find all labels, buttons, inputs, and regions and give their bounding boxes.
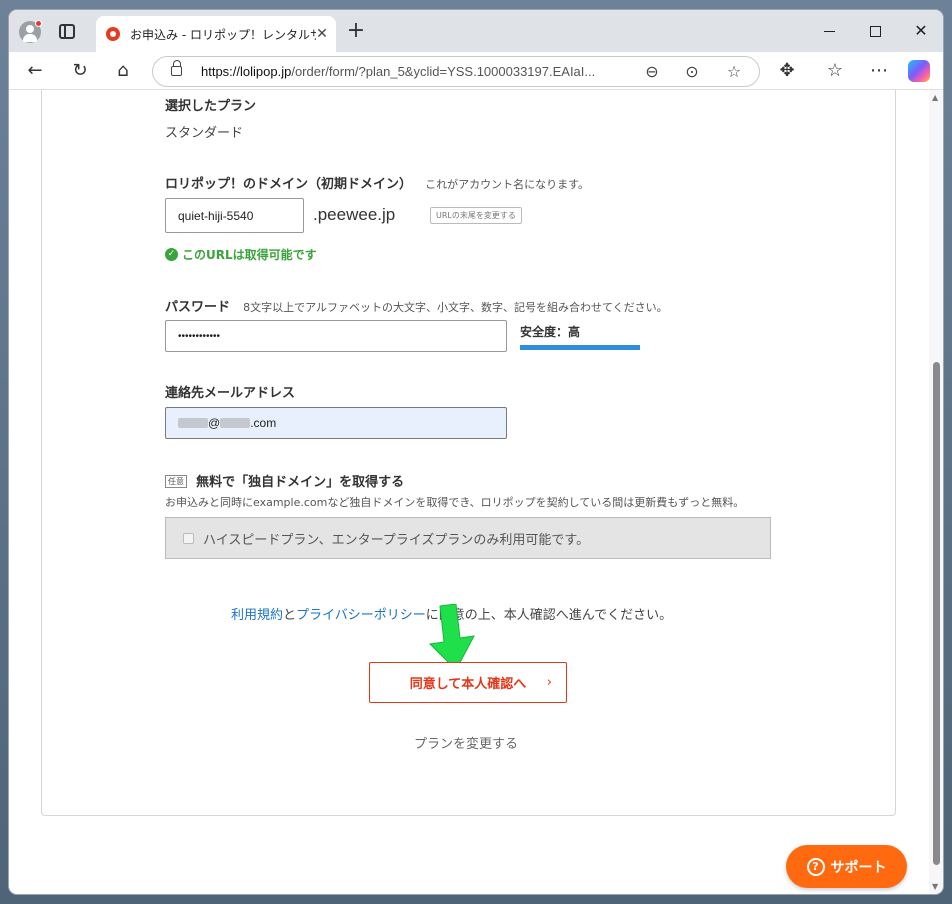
password-heading: パスワード 8文字以上でアルファベットの大文字、小文字、数字、記号を組み合わせて…	[165, 296, 668, 315]
lolipop-favicon-icon	[106, 27, 120, 41]
tab-strip: お申込み - ロリポップ！レンタルサーバー ✕ + ✕	[9, 10, 943, 52]
plan-value: スタンダード	[165, 126, 244, 141]
custom-domain-checkbox[interactable]	[183, 533, 194, 544]
change-url-button[interactable]: URLの末尾を変更する	[430, 207, 522, 224]
email-tail: .com	[250, 416, 277, 430]
extensions-icon[interactable]: ✥	[773, 57, 801, 85]
close-window-button[interactable]: ✕	[901, 18, 941, 44]
custom-domain-disabled-text: ハイスピードプラン、エンタープライズプランのみ利用可能です。	[203, 533, 590, 548]
change-plan-link[interactable]: プランを変更する	[414, 733, 518, 752]
email-input[interactable]: @ .com	[165, 407, 507, 439]
address-bar[interactable]: https://lolipop.jp/order/form/?plan_5&yc…	[152, 56, 760, 87]
domain-suffix: .peewee.jp	[313, 205, 396, 224]
scroll-down-icon[interactable]: ▼	[932, 882, 938, 891]
minimize-button[interactable]	[809, 18, 849, 44]
email-domain-redacted	[220, 418, 251, 428]
domain-status-text: このURLは取得可能です	[182, 248, 317, 262]
lock-icon[interactable]	[171, 60, 182, 76]
page-viewport: 選択したプラン スタンダード ロリポップ！のドメイン（初期ドメイン） これがアカ…	[9, 90, 943, 894]
domain-heading: ロリポップ！のドメイン（初期ドメイン） これがアカウント名になります。	[165, 173, 589, 192]
maximize-button[interactable]	[855, 18, 895, 44]
support-label: サポート	[830, 859, 887, 876]
url-text[interactable]: https://lolipop.jp/order/form/?plan_5&yc…	[201, 64, 641, 79]
scroll-thumb[interactable]	[933, 362, 940, 865]
privacy-link[interactable]: プライバシーポリシー	[296, 608, 426, 623]
custom-domain-heading: 任意 無料で「独自ドメイン」を取得する	[165, 471, 404, 490]
browser-toolbar: ← ↻ ⌂ https://lolipop.jp/order/form/?pla…	[9, 52, 943, 90]
browser-window: お申込み - ロリポップ！レンタルサーバー ✕ + ✕ ← ↻ ⌂ https:…	[9, 10, 943, 894]
domain-label: ロリポップ！のドメイン（初期ドメイン）	[165, 177, 413, 192]
help-icon: ?	[806, 857, 825, 876]
profile-icon[interactable]	[19, 20, 42, 43]
scroll-up-icon[interactable]: ▲	[932, 93, 938, 102]
agree-submit-button[interactable]: 同意して本人確認へ ›	[369, 662, 567, 703]
home-icon[interactable]: ⌂	[109, 57, 137, 85]
custom-domain-description: お申込みと同時にexample.comなど独自ドメインを取得でき、ロリポップを契…	[165, 496, 745, 509]
password-strength-bar	[520, 345, 640, 350]
domain-hint: これがアカウント名になります。	[425, 178, 590, 191]
domain-status: ✓ このURLは取得可能です	[165, 246, 317, 263]
terms-link[interactable]: 利用規約	[231, 608, 283, 623]
more-icon[interactable]: ⊙	[679, 59, 705, 85]
custom-domain-label: 無料で「独自ドメイン」を取得する	[196, 475, 405, 490]
agreement-and: と	[283, 608, 297, 623]
password-hint: 8文字以上でアルファベットの大文字、小文字、数字、記号を組み合わせてください。	[243, 301, 668, 314]
email-local-redacted	[178, 418, 208, 428]
support-button[interactable]: ? サポート	[786, 845, 907, 888]
password-strength-label: 安全度：高	[520, 325, 581, 339]
optional-tag: 任意	[165, 475, 187, 488]
tabs-icon[interactable]	[59, 24, 75, 39]
copilot-icon[interactable]	[908, 60, 930, 82]
domain-input[interactable]: quiet-hiji-5540	[165, 198, 304, 233]
custom-domain-disabled-box: ハイスピードプラン、エンタープライズプランのみ利用可能です。	[165, 517, 771, 559]
new-tab-button[interactable]: +	[345, 20, 367, 43]
reload-icon[interactable]: ↻	[66, 57, 94, 85]
browser-tab[interactable]: お申込み - ロリポップ！レンタルサーバー ✕	[96, 16, 336, 52]
submit-label: 同意して本人確認へ	[409, 677, 527, 692]
plan-label: 選択したプラン	[165, 99, 257, 114]
tab-title: お申込み - ロリポップ！レンタルサーバー	[130, 27, 316, 42]
chevron-right-icon: ›	[546, 675, 552, 690]
favorite-icon[interactable]: ☆	[721, 59, 747, 85]
back-icon[interactable]: ←	[21, 57, 49, 85]
password-input[interactable]: ••••••••••••	[165, 320, 507, 352]
menu-icon[interactable]: ⋯	[865, 57, 893, 85]
favorites-icon[interactable]: ☆	[821, 57, 849, 85]
zoom-icon[interactable]: ⊖	[639, 59, 665, 85]
email-label: 連絡先メールアドレス	[165, 386, 296, 401]
email-at: @	[208, 416, 221, 430]
password-label: パスワード	[165, 300, 231, 315]
scrollbar[interactable]: ▲ ▼	[929, 90, 943, 894]
order-form-card: 選択したプラン スタンダード ロリポップ！のドメイン（初期ドメイン） これがアカ…	[41, 90, 896, 816]
tab-close-icon[interactable]: ✕	[312, 24, 332, 44]
check-icon: ✓	[165, 248, 178, 261]
